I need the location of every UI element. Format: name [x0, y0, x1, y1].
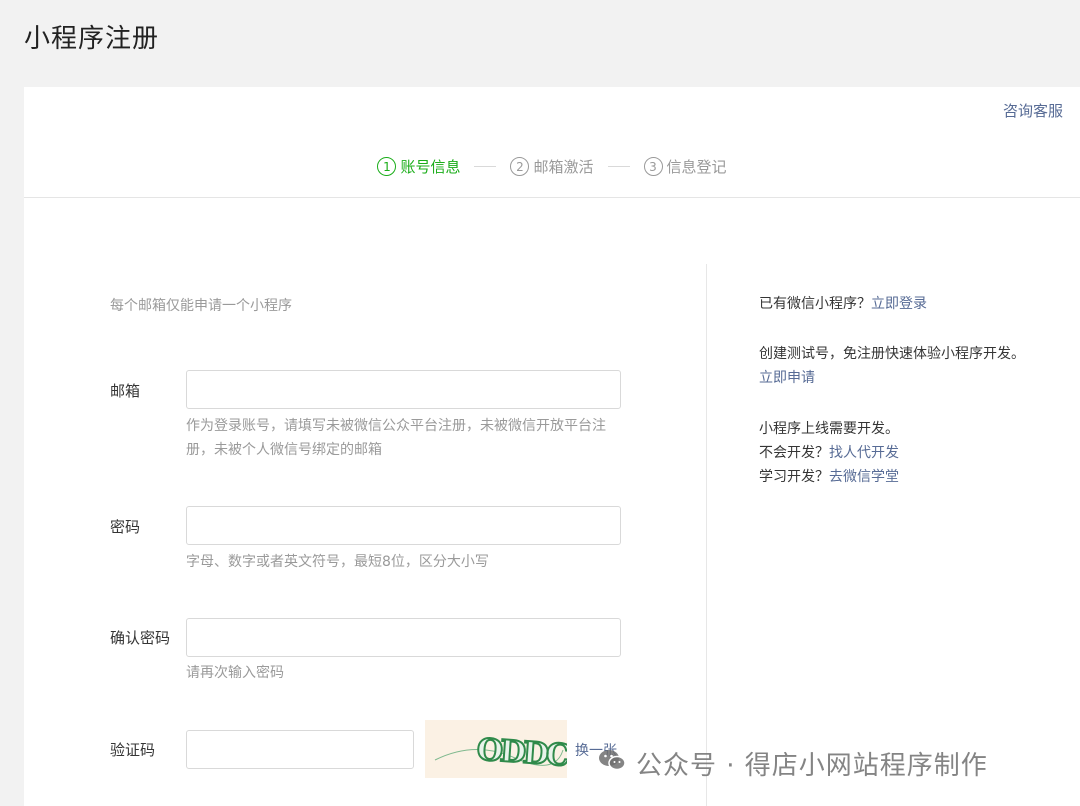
confirm-password-tip: 请再次输入密码 [186, 665, 284, 681]
have-account-text: 已有微信小程序？ [759, 296, 871, 312]
login-link[interactable]: 立即登录 [871, 296, 927, 312]
test-account-text: 创建测试号，免注册快速体验小程序开发。 [759, 346, 1025, 362]
captcha-graphic: ODDC [434, 731, 571, 775]
step-email-activation: 2 邮箱激活 [510, 156, 594, 177]
apply-test-link[interactable]: 立即申请 [759, 370, 815, 386]
step-separator [474, 166, 497, 167]
form-notice: 每个邮箱仅能申请一个小程序 [110, 298, 292, 314]
development-hint: 小程序上线需要开发。 不会开发？找人代开发 学习开发？去微信学堂 [759, 417, 899, 489]
existing-account-hint: 已有微信小程序？立即登录 [759, 292, 927, 316]
email-input[interactable] [186, 370, 621, 409]
watermark-text: 公众号 · 得店小网站程序制作 [636, 751, 988, 781]
step-label: 账号信息 [400, 158, 461, 176]
step-label: 信息登记 [666, 158, 727, 176]
test-account-hint: 创建测试号，免注册快速体验小程序开发。立即申请 [759, 342, 1029, 390]
password-label: 密码 [110, 518, 141, 536]
find-developer-link[interactable]: 找人代开发 [829, 445, 899, 461]
captcha-image[interactable]: ODDC [425, 720, 571, 778]
steps-divider [24, 197, 1080, 198]
step-indicator: 1 账号信息 2 邮箱激活 3 信息登记 [24, 156, 1080, 177]
captcha-label: 验证码 [110, 741, 156, 759]
captcha-code: ODDC [476, 732, 567, 773]
step-account-info: 1 账号信息 [377, 156, 460, 177]
registration-card: 咨询客服 1 账号信息 2 邮箱激活 3 信息登记 每个邮箱仅能申请一个小程序 … [24, 87, 1080, 806]
learn-text: 学习开发？ [759, 469, 829, 485]
watermark: 公众号 · 得店小网站程序制作 [598, 745, 988, 782]
step-label: 邮箱激活 [533, 158, 594, 176]
step-number: 1 [377, 157, 397, 176]
wechat-academy-link[interactable]: 去微信学堂 [829, 469, 899, 485]
password-tip: 字母、数字或者英文符号，最短8位，区分大小写 [186, 554, 489, 570]
step-separator [607, 166, 630, 167]
email-tip: 作为登录账号，请填写未被微信公众平台注册，未被微信开放平台注册，未被个人微信号绑… [186, 418, 606, 458]
captcha-input[interactable] [186, 730, 414, 769]
no-dev-text: 不会开发？ [759, 445, 829, 461]
need-dev-text: 小程序上线需要开发。 [759, 421, 899, 437]
step-number: 3 [643, 157, 663, 176]
email-label: 邮箱 [110, 382, 141, 400]
confirm-password-input[interactable] [186, 618, 621, 657]
step-info-registration: 3 信息登记 [643, 156, 727, 177]
password-input[interactable] [186, 506, 621, 545]
consult-service-link[interactable]: 咨询客服 [1003, 100, 1063, 121]
no-dev-line: 不会开发？找人代开发 [759, 441, 899, 465]
step-number: 2 [510, 157, 530, 176]
learn-line: 学习开发？去微信学堂 [759, 465, 899, 489]
page-title: 小程序注册 [24, 24, 160, 54]
column-divider [706, 264, 707, 806]
wechat-icon [598, 748, 626, 779]
confirm-password-label: 确认密码 [110, 629, 171, 647]
